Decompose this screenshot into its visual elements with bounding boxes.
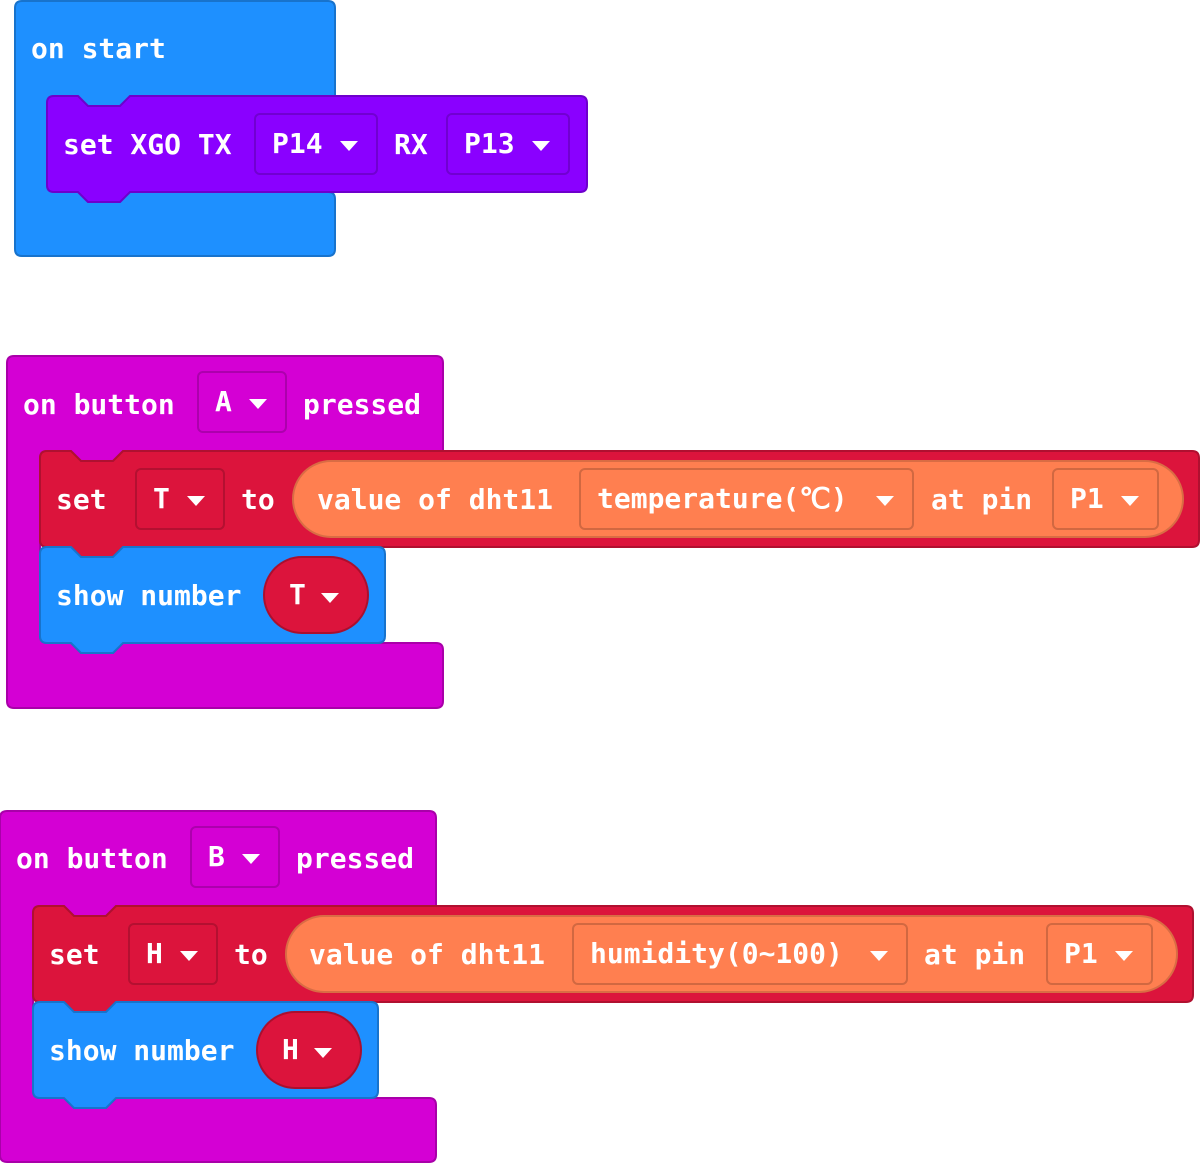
tx-pin-value: P14 xyxy=(272,127,323,160)
measure-humidity-value: humidity(0~100) xyxy=(590,937,843,970)
chevron-down-icon xyxy=(180,951,198,961)
dht11-humidity-label: value of dht11 xyxy=(309,938,546,971)
chevron-down-icon xyxy=(1115,951,1133,961)
pin-t-value: P1 xyxy=(1070,482,1104,515)
chevron-down-icon xyxy=(249,399,267,409)
set-xgo-label: set XGO TX xyxy=(63,128,232,161)
chevron-down-icon xyxy=(1121,496,1139,506)
rx-label: RX xyxy=(394,128,428,161)
variable-t-dropdown[interactable]: T xyxy=(135,468,225,530)
to-h-label: to xyxy=(234,938,268,971)
pressed-a-label: pressed xyxy=(303,388,422,421)
tx-pin-dropdown[interactable]: P14 xyxy=(254,113,378,175)
chevron-down-icon xyxy=(340,141,358,151)
chevron-down-icon xyxy=(321,593,339,603)
button-b-value: B xyxy=(208,840,225,873)
set-t-label: set xyxy=(56,483,107,516)
pressed-b-label: pressed xyxy=(296,842,415,875)
measure-humidity-dropdown[interactable]: humidity(0~100) xyxy=(572,923,908,985)
on-button-a-label: on button xyxy=(23,388,175,421)
chevron-down-icon xyxy=(242,854,260,864)
pin-h-value: P1 xyxy=(1064,937,1098,970)
variable-t-value: T xyxy=(153,482,170,515)
at-pin-h-label: at pin xyxy=(924,938,1026,971)
show-variable-h-reporter[interactable]: H xyxy=(256,1011,362,1089)
button-a-dropdown[interactable]: A xyxy=(197,371,287,433)
show-variable-t-value: T xyxy=(289,578,306,611)
set-h-label: set xyxy=(49,938,100,971)
show-variable-t-reporter[interactable]: T xyxy=(263,556,369,634)
pin-t-dropdown[interactable]: P1 xyxy=(1052,468,1159,530)
chevron-down-icon xyxy=(187,496,205,506)
on-start-label: on start xyxy=(31,32,166,65)
chevron-down-icon xyxy=(876,496,894,506)
at-pin-t-label: at pin xyxy=(931,483,1033,516)
chevron-down-icon xyxy=(314,1048,332,1058)
chevron-down-icon xyxy=(532,141,550,151)
show-number-h-label: show number xyxy=(49,1034,235,1067)
rx-pin-value: P13 xyxy=(464,127,515,160)
variable-h-dropdown[interactable]: H xyxy=(128,923,218,985)
pin-h-dropdown[interactable]: P1 xyxy=(1046,923,1153,985)
show-number-t-label: show number xyxy=(56,579,242,612)
rx-pin-dropdown[interactable]: P13 xyxy=(446,113,570,175)
chevron-down-icon xyxy=(870,951,888,961)
button-b-dropdown[interactable]: B xyxy=(190,826,280,888)
measure-temperature-value: temperature(℃) xyxy=(597,482,848,515)
show-variable-h-value: H xyxy=(282,1033,299,1066)
variable-h-value: H xyxy=(146,937,163,970)
measure-temperature-dropdown[interactable]: temperature(℃) xyxy=(579,468,914,530)
dht11-temp-label: value of dht11 xyxy=(317,483,554,516)
to-t-label: to xyxy=(241,483,275,516)
button-a-value: A xyxy=(215,385,232,418)
on-button-b-label: on button xyxy=(16,842,168,875)
